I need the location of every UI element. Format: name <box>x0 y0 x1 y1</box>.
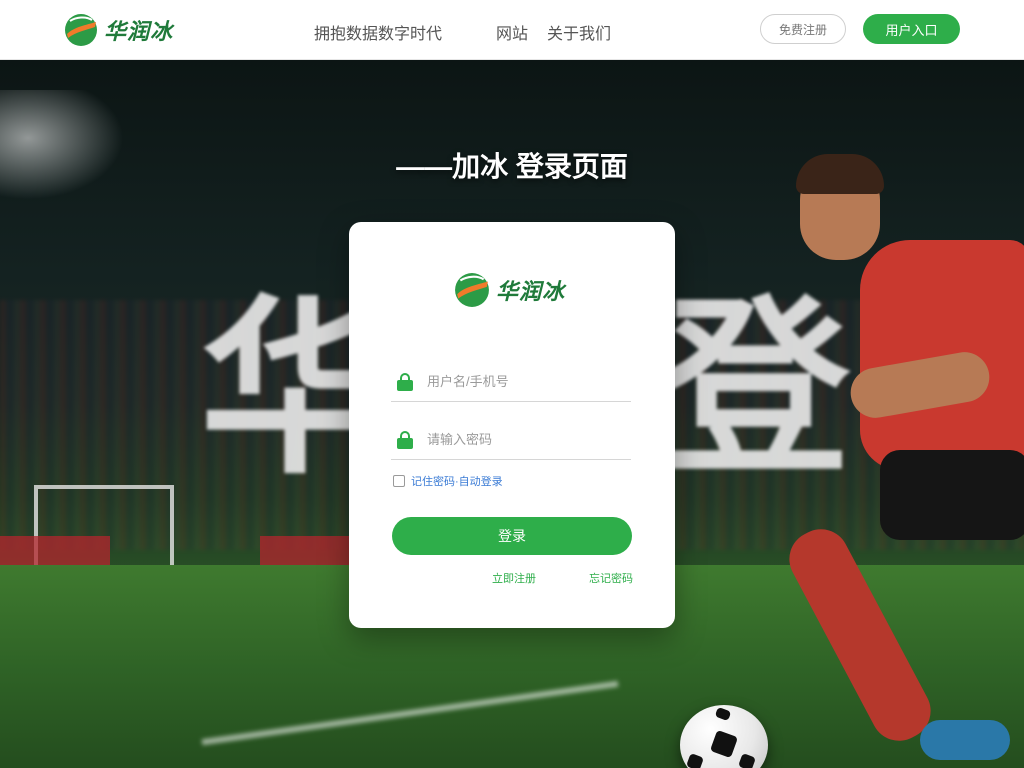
page-title: ——加冰 登录页面 <box>396 151 628 182</box>
remember-me: 记住密码·自动登录 <box>393 473 503 489</box>
site-logo[interactable]: 华润冰 <box>64 12 173 48</box>
password-field <box>391 420 631 460</box>
remember-checkbox[interactable] <box>393 475 405 487</box>
nav-link-about[interactable]: 关于我们 <box>547 20 611 44</box>
forgot-password-link[interactable]: 忘记密码 <box>589 570 633 586</box>
username-field <box>391 362 631 402</box>
login-card: 华润冰 记住密码·自动登录 登录 立即注册 忘记密码 <box>349 222 675 628</box>
logo-icon <box>64 13 98 47</box>
logo-text: 华润冰 <box>104 19 174 44</box>
ad-banner <box>260 536 350 566</box>
logo-icon <box>454 272 490 308</box>
lock-icon <box>397 430 413 449</box>
card-logo-text: 华润冰 <box>496 279 566 304</box>
remember-label[interactable]: 记住密码·自动登录 <box>411 473 503 489</box>
register-button[interactable]: 免费注册 <box>760 14 846 44</box>
nav-slogan[interactable]: 拥抱数据数字时代 <box>314 20 442 44</box>
username-input[interactable] <box>427 374 617 389</box>
card-logo: 华润冰 <box>454 272 565 308</box>
password-input[interactable] <box>427 432 617 447</box>
football-player-image <box>779 154 1024 760</box>
user-entry-button[interactable]: 用户入口 <box>863 14 960 44</box>
nav-link-website[interactable]: 网站 <box>496 20 528 44</box>
lock-icon <box>397 372 413 391</box>
top-header: 华润冰 拥抱数据数字时代 网站 关于我们 免费注册 用户入口 <box>0 0 1024 60</box>
ad-banner <box>0 536 110 566</box>
register-link[interactable]: 立即注册 <box>492 570 536 586</box>
login-button[interactable]: 登录 <box>392 517 632 555</box>
